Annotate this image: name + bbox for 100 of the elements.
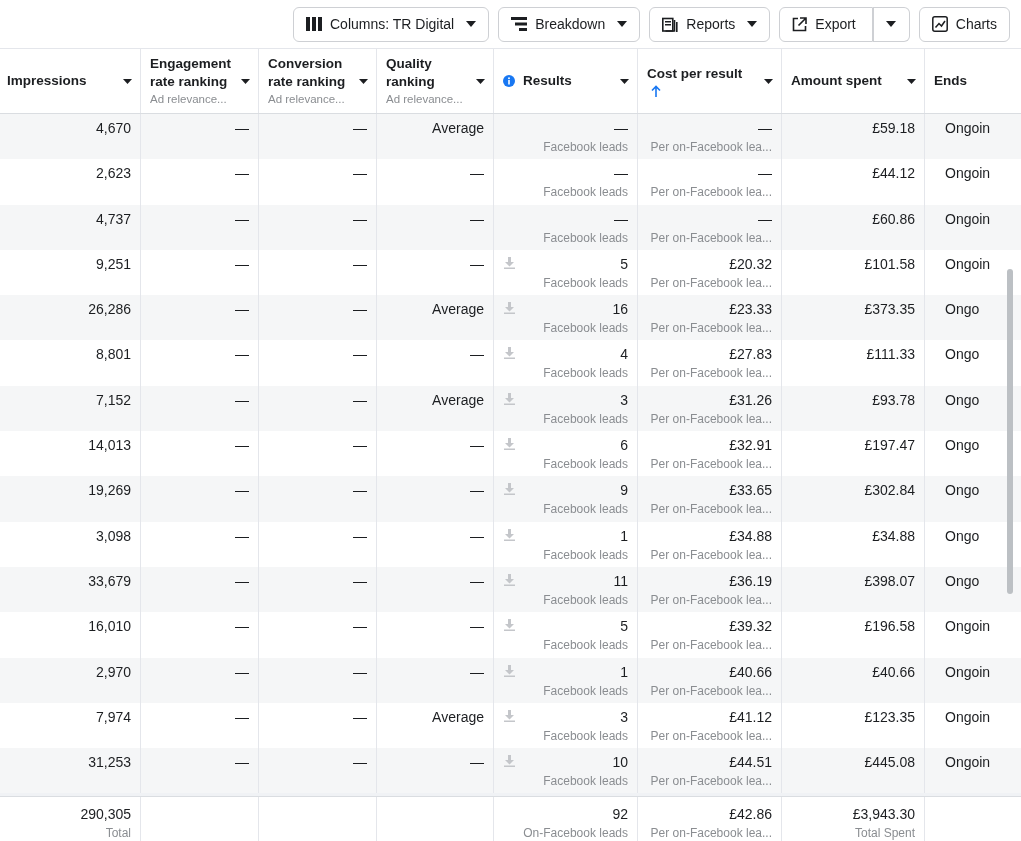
download-icon[interactable] xyxy=(504,347,515,360)
table-cell: Ongoin xyxy=(945,754,991,771)
toolbar-button[interactable]: Columns: TR Digital xyxy=(293,6,490,42)
table-cell: 3,098 xyxy=(95,527,131,544)
info-icon xyxy=(503,75,515,87)
table-cell: — xyxy=(470,255,484,272)
caret-down-icon xyxy=(617,21,628,27)
table-cell: — xyxy=(353,708,367,725)
table-cell: — xyxy=(470,165,484,182)
total-caption: Total xyxy=(105,825,131,841)
toolbar-button[interactable]: Charts xyxy=(918,6,1010,42)
table-cell: — xyxy=(614,165,628,182)
cell-caption: Facebook leads xyxy=(543,184,628,201)
column-subtitle: Ad relevance... xyxy=(386,92,464,107)
column-header[interactable]: Cost per result xyxy=(647,65,743,83)
table-cell: — xyxy=(470,663,484,680)
columns-icon xyxy=(306,17,322,31)
cell-caption: Per on-Facebook lea... xyxy=(650,682,772,699)
table-cell: — xyxy=(353,391,367,408)
table-cell: £41.12 xyxy=(729,708,772,725)
download-icon[interactable] xyxy=(504,528,515,541)
column-header[interactable]: Quality ranking xyxy=(386,55,472,91)
table-cell: — xyxy=(470,572,484,589)
toolbar-button[interactable]: Breakdown xyxy=(498,6,641,42)
table-cell: £44.12 xyxy=(872,165,915,182)
table-cell: — xyxy=(470,482,484,499)
total-caption: Per on-Facebook lea... xyxy=(650,825,772,841)
scrollbar-thumb[interactable] xyxy=(1007,269,1013,594)
table-cell: — xyxy=(235,618,249,635)
column-header[interactable]: Impressions xyxy=(7,72,87,90)
sort-ascending-icon[interactable] xyxy=(651,85,661,97)
export-button[interactable]: Export xyxy=(779,6,873,42)
download-icon[interactable] xyxy=(504,302,515,315)
column-header[interactable]: Engagement rate ranking xyxy=(150,55,237,91)
caret-down-icon[interactable] xyxy=(620,78,629,84)
table-cell: — xyxy=(353,663,367,680)
table-cell: £44.51 xyxy=(729,754,772,771)
table-cell: — xyxy=(470,754,484,771)
cell-caption: Per on-Facebook lea... xyxy=(650,365,772,382)
column-header[interactable]: Results xyxy=(523,72,572,90)
cell-caption: Per on-Facebook lea... xyxy=(650,410,772,427)
download-icon[interactable] xyxy=(504,392,515,405)
table-cell: Ongoin xyxy=(945,165,991,182)
table-cell: — xyxy=(470,210,484,227)
table-cell: 9 xyxy=(620,482,628,499)
caret-down-icon[interactable] xyxy=(241,78,250,84)
table-cell: £40.66 xyxy=(729,663,772,680)
table-cell: — xyxy=(235,165,249,182)
caret-down-icon xyxy=(466,21,477,27)
download-icon[interactable] xyxy=(504,619,515,632)
cell-caption: Per on-Facebook lea... xyxy=(650,229,772,246)
reports-icon xyxy=(662,16,679,32)
table-cell: 6 xyxy=(620,437,628,454)
cell-caption: Facebook leads xyxy=(543,274,628,291)
table-cell: £27.83 xyxy=(729,346,772,363)
table-cell: £39.32 xyxy=(729,618,772,635)
table-cell: — xyxy=(353,301,367,318)
table-cell: 19,269 xyxy=(88,482,131,499)
caret-down-icon xyxy=(747,21,758,27)
caret-down-icon[interactable] xyxy=(359,78,368,84)
table-cell: — xyxy=(470,437,484,454)
cell-caption: Facebook leads xyxy=(543,456,628,473)
download-icon[interactable] xyxy=(504,664,515,677)
table-cell: 16 xyxy=(612,301,628,318)
table-cell: — xyxy=(235,527,249,544)
table-cell: Ongo xyxy=(945,391,980,408)
caret-down-icon[interactable] xyxy=(476,78,485,84)
cell-caption: Per on-Facebook lea... xyxy=(650,637,772,654)
table-cell: 3 xyxy=(620,391,628,408)
column-header[interactable]: Amount spent xyxy=(791,72,882,90)
table-cell: — xyxy=(353,437,367,454)
table-cell: Average xyxy=(432,120,484,136)
download-icon[interactable] xyxy=(504,755,515,768)
toolbar-button[interactable]: Reports xyxy=(649,6,771,42)
column-header[interactable]: Ends xyxy=(934,72,967,90)
column-header[interactable]: Conversion rate ranking xyxy=(268,55,355,91)
cell-caption: Facebook leads xyxy=(543,501,628,518)
table-cell: — xyxy=(235,210,249,227)
export-options-button[interactable] xyxy=(872,6,910,42)
table-cell: £32.91 xyxy=(729,437,772,454)
table-cell: — xyxy=(235,120,249,136)
table-cell: 7,152 xyxy=(95,391,131,408)
download-icon[interactable] xyxy=(504,438,515,451)
download-icon[interactable] xyxy=(504,483,515,496)
table-cell: £31.26 xyxy=(729,391,772,408)
cell-caption: Per on-Facebook lea... xyxy=(650,546,772,563)
caret-down-icon[interactable] xyxy=(907,78,916,84)
table-cell: Ongoin xyxy=(945,255,991,272)
table-cell: — xyxy=(235,255,249,272)
caret-down-icon[interactable] xyxy=(764,78,773,84)
cell-caption: Facebook leads xyxy=(543,727,628,744)
table-cell: — xyxy=(353,210,367,227)
download-icon[interactable] xyxy=(504,256,515,269)
download-icon[interactable] xyxy=(504,573,515,586)
total-value: £3,943.30 xyxy=(852,806,915,822)
cell-caption: Per on-Facebook lea... xyxy=(650,456,772,473)
table-cell: 26,286 xyxy=(88,301,131,318)
table-cell: 31,253 xyxy=(88,754,131,771)
caret-down-icon[interactable] xyxy=(123,78,132,84)
download-icon[interactable] xyxy=(504,709,515,722)
